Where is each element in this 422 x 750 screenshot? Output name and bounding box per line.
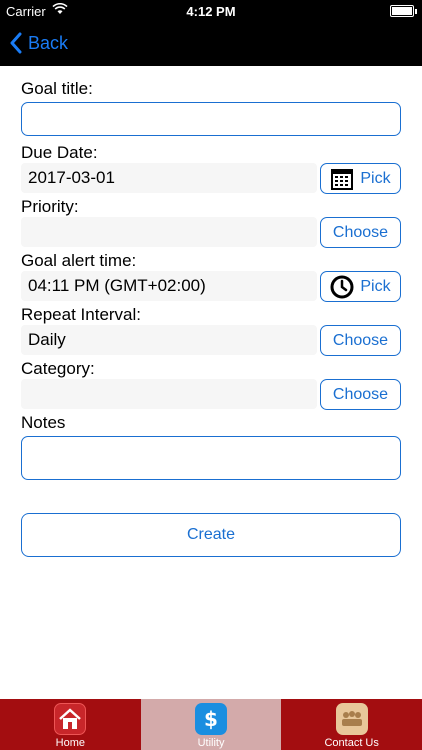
pick-label: Pick — [360, 169, 391, 187]
alert-time-label: Goal alert time: — [21, 251, 137, 270]
tab-label: Contact Us — [324, 737, 379, 749]
tab-label: Utility — [197, 737, 225, 749]
create-button[interactable]: Create — [21, 513, 401, 557]
pick-label: Pick — [360, 277, 391, 295]
priority-field — [21, 217, 317, 247]
calendar-icon — [331, 168, 354, 190]
category-label: Category: — [21, 359, 95, 378]
tab-bar: Home $ Utility Contact Us — [0, 699, 422, 750]
due-date-field: 2017-03-01 — [21, 163, 317, 193]
goal-title-label: Goal title: — [21, 79, 93, 98]
navigation-bar: Back — [0, 22, 422, 66]
tab-label: Home — [55, 737, 85, 749]
status-bar: Carrier 4:12 PM — [0, 0, 422, 22]
home-icon — [54, 703, 87, 735]
svg-text:$: $ — [204, 707, 218, 731]
choose-priority-button[interactable]: Choose — [320, 217, 401, 248]
repeat-interval-label: Repeat Interval: — [21, 305, 142, 324]
alert-time-field: 04:11 PM (GMT+02:00) — [21, 271, 317, 301]
pick-alert-time-button[interactable]: Pick — [320, 271, 401, 302]
priority-label: Priority: — [21, 197, 79, 216]
status-time: 4:12 PM — [186, 4, 236, 19]
repeat-interval-field: Daily — [21, 325, 317, 355]
choose-category-button[interactable]: Choose — [320, 379, 401, 410]
due-date-label: Due Date: — [21, 143, 98, 162]
contacts-icon — [335, 703, 368, 735]
tab-contact-us[interactable]: Contact Us — [281, 699, 422, 750]
goal-title-input[interactable] — [21, 102, 401, 136]
tab-home[interactable]: Home — [0, 699, 141, 750]
back-button[interactable]: Back — [10, 32, 68, 54]
battery-icon — [390, 5, 417, 17]
notes-label: Notes — [21, 413, 66, 432]
clock-icon — [330, 275, 354, 298]
pick-due-date-button[interactable]: Pick — [320, 163, 401, 194]
tab-utility[interactable]: $ Utility — [140, 699, 282, 750]
back-label: Back — [28, 32, 69, 53]
category-field — [21, 379, 317, 409]
choose-repeat-button[interactable]: Choose — [320, 325, 401, 356]
notes-input[interactable] — [21, 436, 401, 480]
chevron-left-icon — [10, 32, 22, 54]
dollar-icon: $ — [195, 703, 227, 735]
